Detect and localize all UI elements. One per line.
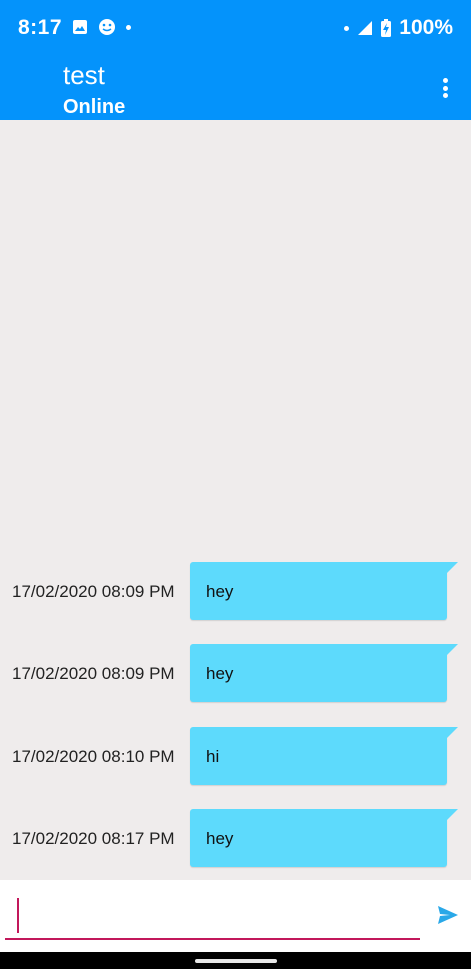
- message-text: hey: [206, 664, 234, 683]
- dot-icon: [126, 24, 131, 30]
- status-notification-icons: [72, 18, 131, 36]
- chat-status: Online: [63, 96, 126, 118]
- message-row: 17/02/2020 08:10 PM hi: [0, 727, 471, 785]
- menu-dot: [442, 85, 448, 91]
- message-text: hi: [206, 747, 220, 766]
- chat-title: test: [63, 60, 105, 90]
- text-cursor: [17, 898, 19, 933]
- image-icon: [73, 20, 87, 34]
- message-list[interactable]: 17/02/2020 08:09 PM hey 17/02/2020 08:09…: [0, 120, 471, 880]
- message-bubble[interactable]: hi: [190, 727, 458, 785]
- composer: [0, 880, 471, 952]
- message-timestamp: 17/02/2020 08:09 PM: [12, 582, 175, 601]
- message-row: 17/02/2020 08:09 PM hey: [0, 562, 471, 620]
- home-gesture-handle[interactable]: [195, 959, 277, 963]
- message-timestamp: 17/02/2020 08:10 PM: [12, 747, 175, 766]
- message-input[interactable]: [5, 892, 420, 940]
- message-text: hey: [206, 582, 234, 601]
- message-timestamp: 17/02/2020 08:17 PM: [12, 829, 175, 848]
- menu-dot: [442, 93, 448, 98]
- message-timestamp: 17/02/2020 08:09 PM: [12, 664, 175, 683]
- menu-dot: [442, 78, 448, 83]
- dot-icon: [344, 25, 350, 31]
- system-nav-bar: [0, 952, 471, 969]
- app-bar: 8:17 100% test Online: [0, 0, 471, 120]
- message-row: 17/02/2020 08:17 PM hey: [0, 809, 471, 867]
- signal-icon: [358, 21, 373, 35]
- more-vert-icon[interactable]: [433, 76, 457, 100]
- battery-percentage: 100%: [399, 16, 453, 39]
- message-row: 17/02/2020 08:09 PM hey: [0, 644, 471, 702]
- message-bubble[interactable]: hey: [190, 644, 458, 702]
- face-icon: [99, 19, 115, 35]
- message-bubble[interactable]: hey: [190, 809, 458, 867]
- message-text: hey: [206, 829, 234, 848]
- battery-charging-icon: [381, 19, 392, 37]
- status-time: 8:17: [18, 16, 63, 39]
- status-system-icons: 100%: [344, 16, 453, 40]
- send-icon[interactable]: [437, 905, 459, 925]
- message-bubble[interactable]: hey: [190, 562, 458, 620]
